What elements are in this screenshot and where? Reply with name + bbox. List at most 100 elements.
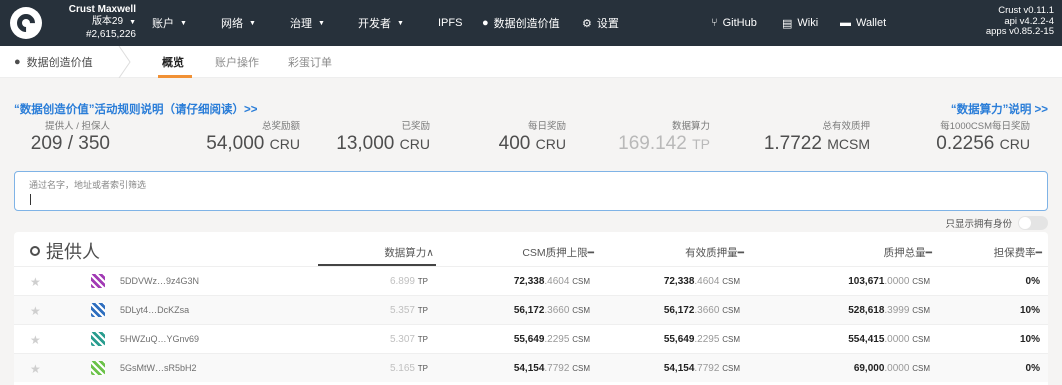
col-csm-limit[interactable]: CSM质押上限━ bbox=[484, 245, 594, 260]
provider-address[interactable]: 5GsMtW…sR5bH2 bbox=[120, 363, 197, 373]
col-effective-stake[interactable]: 有效质押量━ bbox=[634, 245, 744, 260]
identicon-icon bbox=[91, 303, 105, 317]
nav-data-value[interactable]: ● 数据创造价值 bbox=[482, 0, 560, 46]
drop-icon: ● bbox=[482, 17, 489, 29]
tab-egg-orders[interactable]: 彩蛋订单 bbox=[288, 46, 332, 78]
effective-stake-cell: 55,649.2295 CSM bbox=[604, 334, 740, 345]
col-guarantee-fee[interactable]: 担保费率━ bbox=[944, 245, 1042, 260]
total-stake-frac: .0000 bbox=[884, 363, 910, 374]
data-power-cell: 5.357 TP bbox=[344, 305, 428, 316]
effective-stake-int: 54,154 bbox=[663, 363, 695, 374]
chevron-down-icon: ▼ bbox=[397, 19, 404, 27]
effective-stake-cell: 56,172.3660 CSM bbox=[604, 305, 740, 316]
table-row[interactable]: ★ 5DDVWz…9z4G3N 6.899 TP 72,338.4604 CSM 72,… bbox=[14, 266, 1048, 295]
stat-label: 每日奖励 bbox=[527, 121, 566, 132]
crust-logo-icon[interactable] bbox=[10, 7, 42, 39]
power-explain-link[interactable]: “数据算力”说明 >> bbox=[951, 101, 1048, 117]
stat-label: 总奖励额 bbox=[261, 121, 300, 132]
unit-label: CSM bbox=[912, 335, 930, 344]
provider-address[interactable]: 5DLyt4…DcKZsa bbox=[120, 305, 189, 315]
table-row[interactable]: ★ 5DLyt4…DcKZsa 5.357 TP 56,172.3660 CSM 56,… bbox=[14, 295, 1048, 324]
csm-limit-frac: .4604 bbox=[544, 276, 570, 287]
effective-stake-frac: .4604 bbox=[694, 276, 720, 287]
nav-settings[interactable]: ⚙ 设置 bbox=[582, 0, 619, 46]
top-bar: Crust Maxwell 版本29 ▼ #2,615,226 账户 ▼ 网络 ▼ 治… bbox=[0, 0, 1062, 46]
stat-value: 13,000 CRU bbox=[290, 133, 430, 155]
col-data-power[interactable]: 数据算力∧ bbox=[344, 245, 434, 260]
unit-label: CSM bbox=[572, 364, 590, 373]
star-icon[interactable]: ★ bbox=[30, 304, 41, 318]
nav-ipfs[interactable]: IPFS bbox=[438, 0, 462, 46]
stat-label: 数据算力 bbox=[671, 121, 710, 132]
link-github[interactable]: ⑂ GitHub bbox=[711, 0, 757, 46]
col-total-stake[interactable]: 质押总量━ bbox=[824, 245, 932, 260]
stat-unit: CRU bbox=[535, 136, 566, 152]
data-power-cell: 5.165 TP bbox=[344, 363, 428, 374]
data-power-cell: 6.899 TP bbox=[344, 276, 428, 287]
breadcrumb-separator-icon bbox=[118, 46, 131, 78]
stat-number: 209 / 350 bbox=[30, 133, 110, 154]
total-stake-frac: .0000 bbox=[884, 334, 910, 345]
stat-value: 0.2256 CRU bbox=[900, 133, 1030, 155]
stat-data-power: 数据算力 169.142 TP bbox=[590, 118, 710, 155]
tab-overview[interactable]: 概览 bbox=[162, 46, 184, 78]
effective-stake-int: 55,649 bbox=[663, 334, 695, 345]
data-power-cell: 5.307 TP bbox=[344, 334, 428, 345]
chevron-down-icon: ▼ bbox=[129, 19, 136, 26]
link-wallet-label: Wallet bbox=[856, 17, 887, 29]
link-wallet[interactable]: ▬ Wallet bbox=[840, 0, 886, 46]
filter-input[interactable]: 通过名字，地址或者索引筛选 bbox=[14, 171, 1048, 211]
total-stake-frac: .0000 bbox=[884, 276, 910, 287]
provider-address[interactable]: 5HWZuQ…YGnv69 bbox=[120, 334, 199, 344]
csm-limit-cell: 55,649.2295 CSM bbox=[454, 334, 590, 345]
table-row[interactable]: ★ 5HWZuQ…YGnv69 5.307 TP 55,649.2295 CSM 55,… bbox=[14, 324, 1048, 353]
nav-developer[interactable]: 开发者 ▼ bbox=[358, 0, 404, 46]
chevron-down-icon: ▼ bbox=[249, 19, 256, 27]
nav-network[interactable]: 网络 ▼ bbox=[221, 0, 256, 46]
unit-label: CSM bbox=[722, 277, 740, 286]
rules-link[interactable]: “数据创造价值”活动规则说明（请仔细阅读）>> bbox=[14, 101, 257, 117]
link-wiki[interactable]: ▤ Wiki bbox=[782, 0, 818, 46]
guarantee-fee-cell: 0% bbox=[1025, 363, 1040, 374]
identicon-icon bbox=[91, 274, 105, 288]
stat-effective-stake: 总有效质押 1.7722 MCSM bbox=[740, 118, 870, 155]
chain-version: 版本29 bbox=[91, 16, 124, 27]
effective-stake-int: 72,338 bbox=[663, 276, 695, 287]
star-icon[interactable]: ★ bbox=[30, 362, 41, 376]
nav-data-value-label: 数据创造价值 bbox=[493, 18, 560, 30]
stat-daily-reward: 每日奖励 400 CRU bbox=[440, 118, 566, 155]
csm-limit-cell: 56,172.3660 CSM bbox=[454, 305, 590, 316]
chevron-down-icon: ▼ bbox=[180, 19, 187, 27]
nav-governance-label: 治理 bbox=[290, 18, 312, 30]
nav-governance[interactable]: 治理 ▼ bbox=[290, 0, 325, 46]
table-header: 提供人 数据算力∧ CSM质押上限━ 有效质押量━ 质押总量━ 担保费率━ bbox=[14, 232, 1048, 266]
nav-accounts[interactable]: 账户 ▼ bbox=[152, 0, 187, 46]
nav-accounts-label: 账户 bbox=[152, 18, 174, 30]
csm-limit-int: 72,338 bbox=[513, 276, 545, 287]
unit-label: CSM bbox=[722, 364, 740, 373]
star-icon[interactable]: ★ bbox=[30, 275, 41, 289]
stat-number: 0.2256 bbox=[936, 133, 995, 154]
stat-providers: 提供人 / 担保人 209 / 350 bbox=[14, 118, 110, 155]
star-icon[interactable]: ★ bbox=[30, 333, 41, 347]
total-stake-cell: 103,671.0000 CSM bbox=[784, 276, 930, 287]
block-number: #2,615,226 bbox=[85, 29, 136, 40]
guarantee-fee-cell: 0% bbox=[1025, 276, 1040, 287]
total-stake-int: 528,618 bbox=[848, 305, 885, 316]
chain-info[interactable]: Crust Maxwell 版本29 ▼ #2,615,226 bbox=[52, 4, 136, 41]
provider-address[interactable]: 5DDVWz…9z4G3N bbox=[120, 276, 199, 286]
table-row[interactable]: ★ 5GsMtW…sR5bH2 5.165 TP 54,154.7792 CSM 54,… bbox=[14, 353, 1048, 382]
stat-total-reward: 总奖励额 54,000 CRU bbox=[150, 118, 300, 155]
identity-toggle-label: 只显示拥有身份 bbox=[945, 219, 1012, 230]
tab-account-actions[interactable]: 账户操作 bbox=[215, 46, 259, 78]
table-title: 提供人 bbox=[30, 238, 100, 264]
identity-toggle[interactable] bbox=[1018, 216, 1048, 230]
data-power-value: 5.307 bbox=[389, 334, 415, 345]
stat-reward-per-1000: 每1000CSM每日奖励 0.2256 CRU bbox=[900, 118, 1030, 155]
csm-limit-cell: 54,154.7792 CSM bbox=[454, 363, 590, 374]
identicon-icon bbox=[91, 361, 105, 375]
unit-label: TP bbox=[417, 335, 428, 344]
nav-settings-label: 设置 bbox=[596, 18, 619, 30]
unit-label: CSM bbox=[722, 306, 740, 315]
app-info: Crust v0.11.1 api v4.2.2-4 apps v0.85.2-… bbox=[986, 5, 1054, 38]
